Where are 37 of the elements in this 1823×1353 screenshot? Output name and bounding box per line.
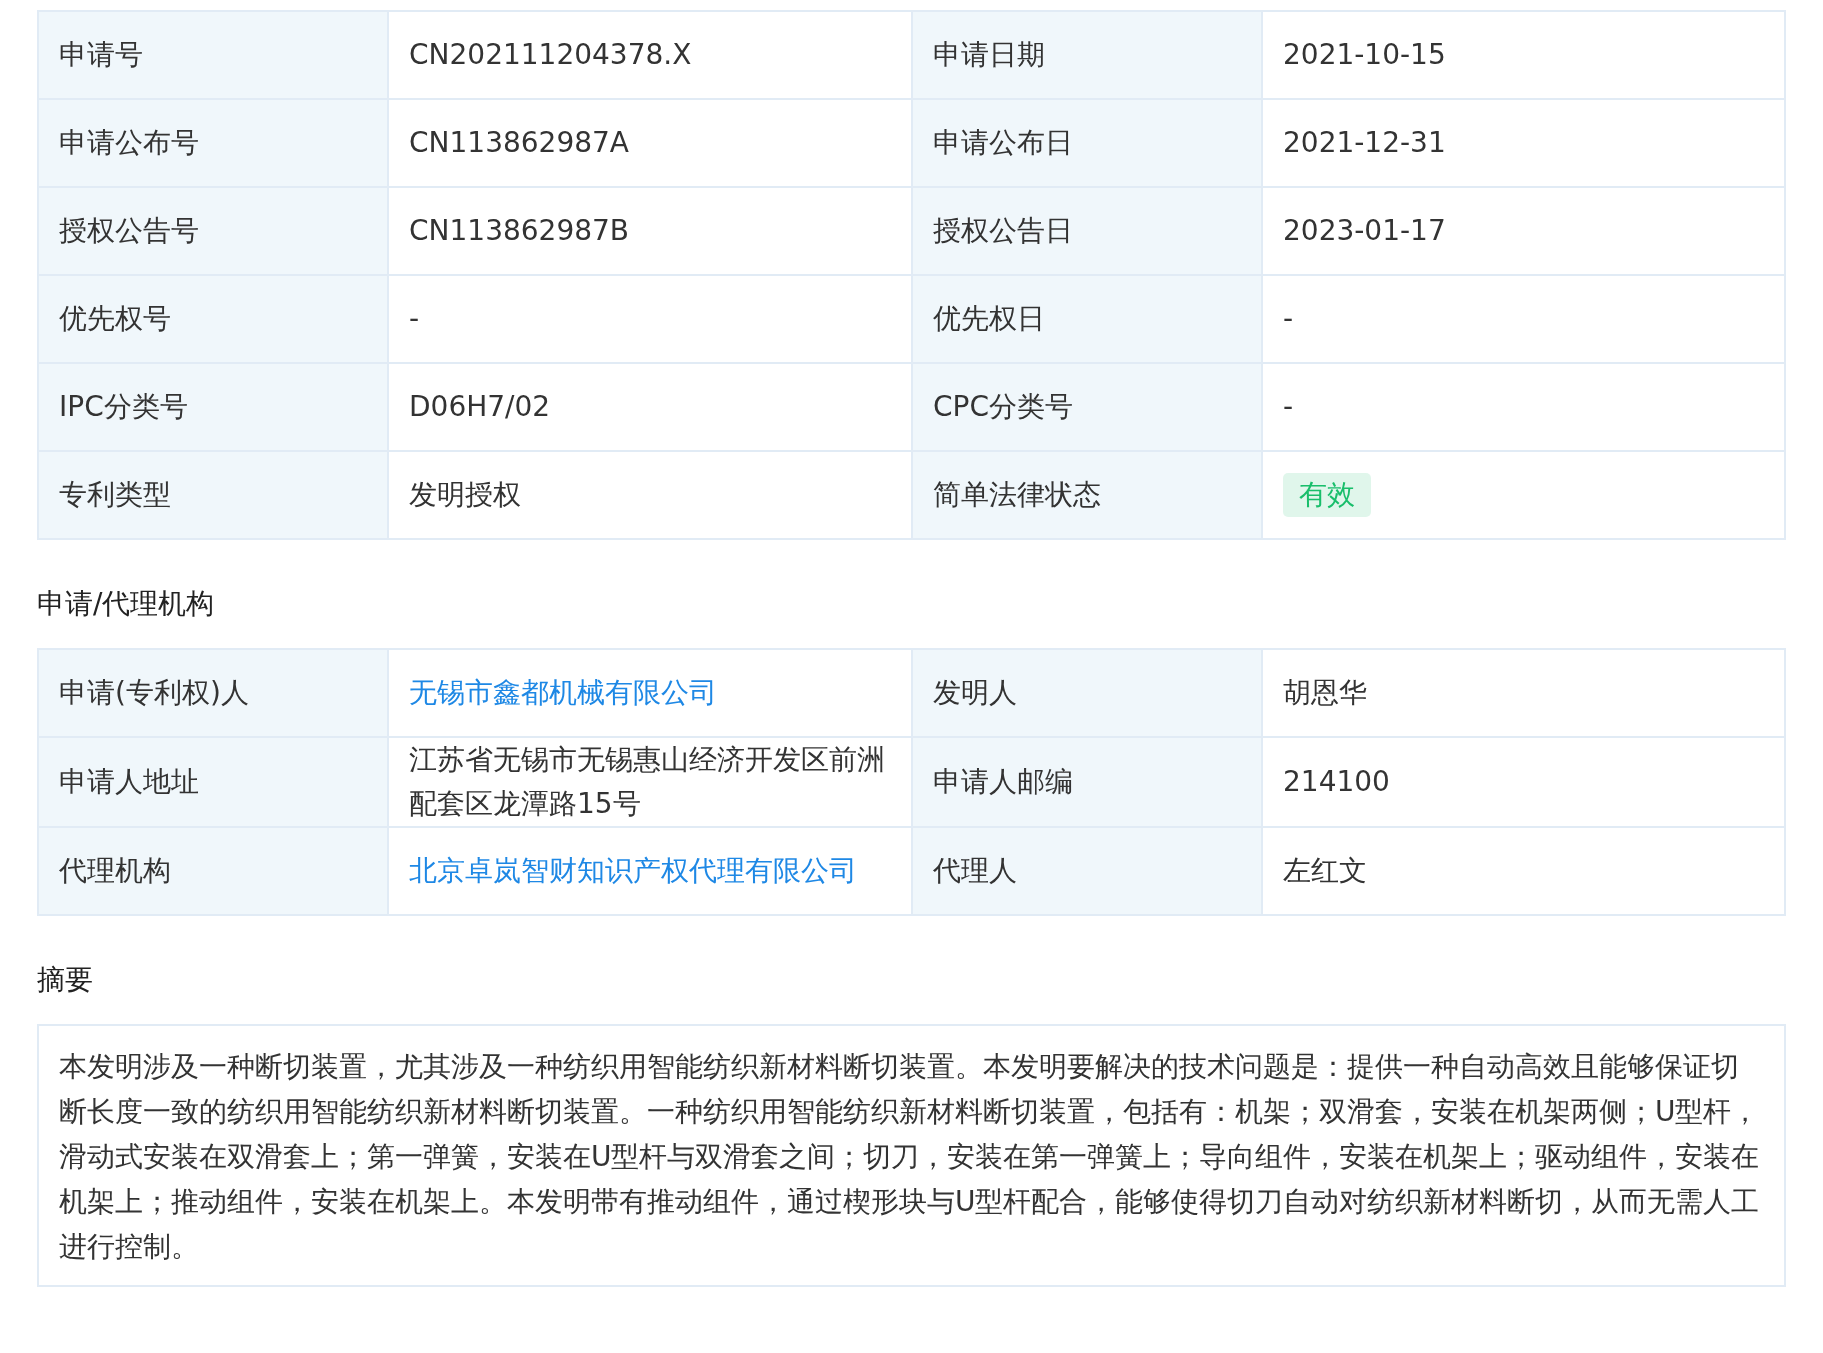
field-label: 优先权日: [912, 275, 1262, 363]
section-title: 申请/代理机构: [37, 586, 216, 622]
abstract-text: 本发明涉及一种断切装置，尤其涉及一种纺织用智能纺织新材料断切装置。本发明要解决的技术问题是：提供一种自动高效且能够保证切断长度一致的纺织用智能纺织新材料断切装置。一种纺织用智能纺织新材料断切装置，包括有：机架；双滑套，安装在机架两侧；U型杆，滑动式安装在双滑套上；第一弹簧，安装在U型杆与双滑套之间；切刀，安装在第一弹簧上；导向组件，安装在机架上；驱动组件，安装在机架上；推动组件，安装在机架上。本发明带有推动组件，通过楔形块与U型杆配合，能够使得切刀自动对纺织新材料断切，从而无需人工进行控制。: [37, 1024, 1786, 1287]
field-label: 申请人邮编: [912, 737, 1262, 827]
section-title: 摘要: [37, 962, 94, 998]
field-value: -: [1262, 275, 1785, 363]
field-value: 2023-01-17: [1262, 187, 1785, 275]
field-value: 左红文: [1262, 827, 1785, 915]
field-label: 申请公布日: [912, 99, 1262, 187]
field-label: IPC分类号: [38, 363, 388, 451]
field-value: -: [1262, 363, 1785, 451]
field-value: CN113862987B: [388, 187, 912, 275]
field-label: 申请公布号: [38, 99, 388, 187]
field-value: 2021-10-15: [1262, 11, 1785, 99]
field-label: 简单法律状态: [912, 451, 1262, 539]
field-label: 授权公告日: [912, 187, 1262, 275]
field-value: 214100: [1262, 737, 1785, 827]
field-label: 申请人地址: [38, 737, 388, 827]
field-label: 代理人: [912, 827, 1262, 915]
field-label: 申请日期: [912, 11, 1262, 99]
field-label: 代理机构: [38, 827, 388, 915]
status-badge: 有效: [1283, 473, 1371, 517]
field-label: 申请(专利权)人: [38, 649, 388, 737]
field-value: 胡恩华: [1262, 649, 1785, 737]
field-label: 授权公告号: [38, 187, 388, 275]
field-value: 江苏省无锡市无锡惠山经济开发区前洲配套区龙潭路15号: [388, 737, 912, 827]
field-label: 申请号: [38, 11, 388, 99]
field-label: 发明人: [912, 649, 1262, 737]
field-value: 2021-12-31: [1262, 99, 1785, 187]
field-label: 优先权号: [38, 275, 388, 363]
field-value: D06H7/02: [388, 363, 912, 451]
field-value: 发明授权: [388, 451, 912, 539]
field-value: -: [388, 275, 912, 363]
field-label: CPC分类号: [912, 363, 1262, 451]
field-label: 专利类型: [38, 451, 388, 539]
field-value: CN202111204378.X: [388, 11, 912, 99]
field-value: CN113862987A: [388, 99, 912, 187]
